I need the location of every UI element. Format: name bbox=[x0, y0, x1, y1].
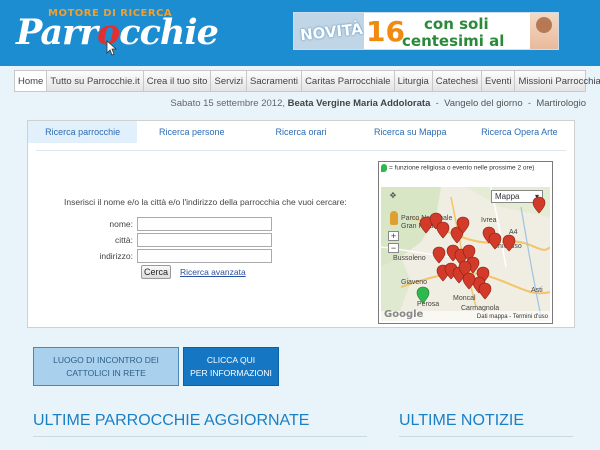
tab-ricerca-parrocchie[interactable]: Ricerca parrocchie bbox=[28, 121, 138, 143]
section-title-latest-parishes: ULTIME PARROCCHIE AGGIORNATE bbox=[33, 412, 310, 429]
map-type-select[interactable]: Mappa bbox=[491, 190, 543, 203]
promo-right-line2: PER INFORMAZIONI bbox=[190, 367, 272, 378]
city-row: città: bbox=[48, 233, 318, 248]
main-nav: Home Tutto su Parrocchie.it Crea il tuo … bbox=[14, 70, 600, 92]
cursor-icon bbox=[106, 40, 118, 56]
ad-person-image bbox=[530, 13, 558, 49]
nav-item-caritas[interactable]: Caritas Parrocchiale bbox=[302, 71, 395, 91]
nav-item-home[interactable]: Home bbox=[15, 71, 48, 91]
green-pin-icon bbox=[381, 164, 387, 172]
nav-item-tutto[interactable]: Tutto su Parrocchie.it bbox=[47, 71, 144, 91]
search-button[interactable]: Cerca bbox=[141, 265, 171, 279]
section-divider bbox=[33, 436, 367, 437]
promo-left-line2: CATTOLICI IN RETE bbox=[66, 367, 146, 378]
tab-ricerca-persone[interactable]: Ricerca persone bbox=[137, 121, 246, 143]
nav-item-sacramenti[interactable]: Sacramenti bbox=[247, 71, 303, 91]
promo-community-button[interactable]: LUOGO DI INCONTRO DEI CATTOLICI IN RETE bbox=[33, 347, 179, 386]
separator: - bbox=[527, 98, 532, 109]
section-divider bbox=[399, 436, 573, 437]
ad-badge: NOVITÀ bbox=[294, 13, 364, 49]
nav-item-catechesi[interactable]: Catechesi bbox=[433, 71, 483, 91]
nav-item-crea-sito[interactable]: Crea il tuo sito bbox=[144, 71, 212, 91]
tab-ricerca-opera-arte[interactable]: Ricerca Opera Arte bbox=[465, 121, 574, 143]
map-canvas[interactable]: ✥ + − Mappa Parco Nazionale Gran Paradis… bbox=[381, 187, 550, 321]
current-date: Sabato 15 settembre 2012, bbox=[170, 98, 285, 109]
tab-ricerca-orari[interactable]: Ricerca orari bbox=[246, 121, 355, 143]
section-title-latest-news: ULTIME NOTIZIE bbox=[399, 412, 525, 429]
search-tabs: Ricerca parrocchie Ricerca persone Ricer… bbox=[28, 121, 574, 143]
promo-right-line1: CLICCA QUI bbox=[206, 354, 256, 365]
map-label-perosa: Perosa bbox=[417, 301, 440, 308]
zoom-in-button[interactable]: + bbox=[388, 231, 399, 241]
map-terms-link[interactable]: Dati mappa - Termini d'uso bbox=[477, 314, 548, 320]
nav-item-liturgia[interactable]: Liturgia bbox=[395, 71, 433, 91]
map-label-giaveno: Giaveno bbox=[401, 279, 428, 286]
ad-banner[interactable]: NOVITÀ 16 con soli centesimi al giorno! bbox=[293, 12, 559, 50]
google-logo: Google bbox=[384, 309, 424, 320]
map-label-asti: Asti bbox=[531, 287, 543, 294]
address-input[interactable] bbox=[137, 249, 272, 263]
map-label-chivasso: Chivasso bbox=[493, 243, 522, 250]
map-label-ivrea: Ivrea bbox=[481, 217, 497, 224]
map-label-moncalieri: Moncal bbox=[453, 295, 476, 302]
saint-of-day[interactable]: Beata Vergine Maria Addolorata bbox=[288, 98, 431, 109]
advanced-search-link[interactable]: Ricerca avanzata bbox=[180, 267, 246, 277]
zoom-out-button[interactable]: − bbox=[388, 243, 399, 253]
form-intro: Inserisci il nome e/o la città e/o l'ind… bbox=[64, 197, 347, 207]
tab-ricerca-mappa[interactable]: Ricerca su Mappa bbox=[356, 121, 465, 143]
logo-text-a: Parr bbox=[16, 12, 98, 53]
map-pan-control[interactable]: ✥ bbox=[386, 191, 400, 203]
map-footer: Google Dati mappa - Termini d'uso bbox=[381, 309, 550, 321]
address-row: indirizzo: bbox=[48, 249, 318, 264]
map-label-road: A4 bbox=[509, 229, 518, 236]
map-legend-text: = funzione religiosa o evento nelle pros… bbox=[389, 164, 535, 172]
ad-line1: con soli bbox=[424, 15, 489, 33]
separator: - bbox=[435, 98, 439, 109]
map-label-park2: Gran Paradiso bbox=[401, 223, 447, 230]
city-input[interactable] bbox=[137, 233, 272, 247]
logo-text-c: cchie bbox=[119, 12, 219, 53]
address-label: indirizzo: bbox=[99, 251, 133, 261]
date-line: Sabato 15 settembre 2012, Beata Vergine … bbox=[0, 98, 586, 109]
name-label: nome: bbox=[109, 219, 133, 229]
map-widget: = funzione religiosa o evento nelle pros… bbox=[378, 161, 553, 324]
map-label-park: Parco Nazionale bbox=[401, 215, 453, 222]
city-label: città: bbox=[115, 235, 133, 245]
gospel-link[interactable]: Vangelo del giorno bbox=[444, 98, 523, 109]
map-label-bussoleno: Bussoleno bbox=[393, 255, 426, 262]
site-header: MOTORE DI RICERCA Parrocchie NOVITÀ 16 c… bbox=[0, 0, 600, 66]
promo-info-button[interactable]: CLICCA QUI PER INFORMAZIONI bbox=[183, 347, 279, 386]
promo-left-line1: LUOGO DI INCONTRO DEI bbox=[53, 354, 159, 365]
nav-item-eventi[interactable]: Eventi bbox=[482, 71, 516, 91]
ad-number: 16 bbox=[366, 15, 405, 48]
map-legend: = funzione religiosa o evento nelle pros… bbox=[381, 164, 534, 172]
nav-item-servizi[interactable]: Servizi bbox=[211, 71, 247, 91]
street-view-pegman[interactable] bbox=[390, 211, 398, 225]
search-panel: Ricerca parrocchie Ricerca persone Ricer… bbox=[27, 120, 575, 328]
nav-item-missioni[interactable]: Missioni Parrocchiali bbox=[515, 71, 600, 91]
tab-divider bbox=[36, 150, 566, 151]
martyrology-link[interactable]: Martirologio bbox=[536, 98, 586, 109]
name-input[interactable] bbox=[137, 217, 272, 231]
name-row: nome: bbox=[48, 217, 318, 232]
